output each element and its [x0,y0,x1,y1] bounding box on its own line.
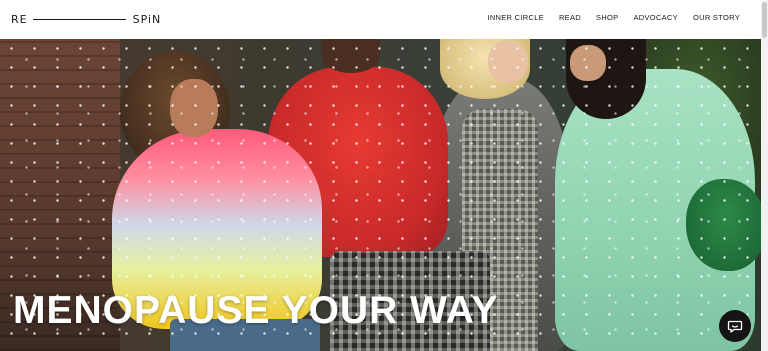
hero-banner: MENOPAUSE YOUR WAY [0,39,761,351]
nav-item-inner-circle[interactable]: INNER CIRCLE [487,13,544,22]
hero-person-4-face [570,45,606,81]
brand-logo-right: SPiN [132,12,162,26]
hero-person-1-face [170,79,218,137]
page-scrollbar[interactable] [761,0,768,351]
nav-item-shop[interactable]: SHOP [596,13,618,22]
main-nav: INNER CIRCLE READ SHOP ADVOCACY OUR STOR… [487,13,740,22]
nav-item-advocacy[interactable]: ADVOCACY [633,13,678,22]
brand-logo[interactable]: RE SPiN [11,11,161,27]
brand-logo-left: RE [11,12,28,26]
chat-button[interactable] [719,310,751,342]
brand-logo-divider [32,18,126,20]
hero-watering-can [686,179,761,271]
site-header: RE SPiN INNER CIRCLE READ SHOP ADVOCACY … [0,0,768,39]
page-scrollbar-thumb[interactable] [762,2,767,38]
hero-headline: MENOPAUSE YOUR WAY [13,289,499,332]
nav-item-read[interactable]: READ [559,13,581,22]
hero-person-2-head [322,39,380,73]
hero-person-3-face [488,41,528,83]
chat-bubble-icon [727,320,743,333]
nav-item-our-story[interactable]: OUR STORY [693,13,740,22]
